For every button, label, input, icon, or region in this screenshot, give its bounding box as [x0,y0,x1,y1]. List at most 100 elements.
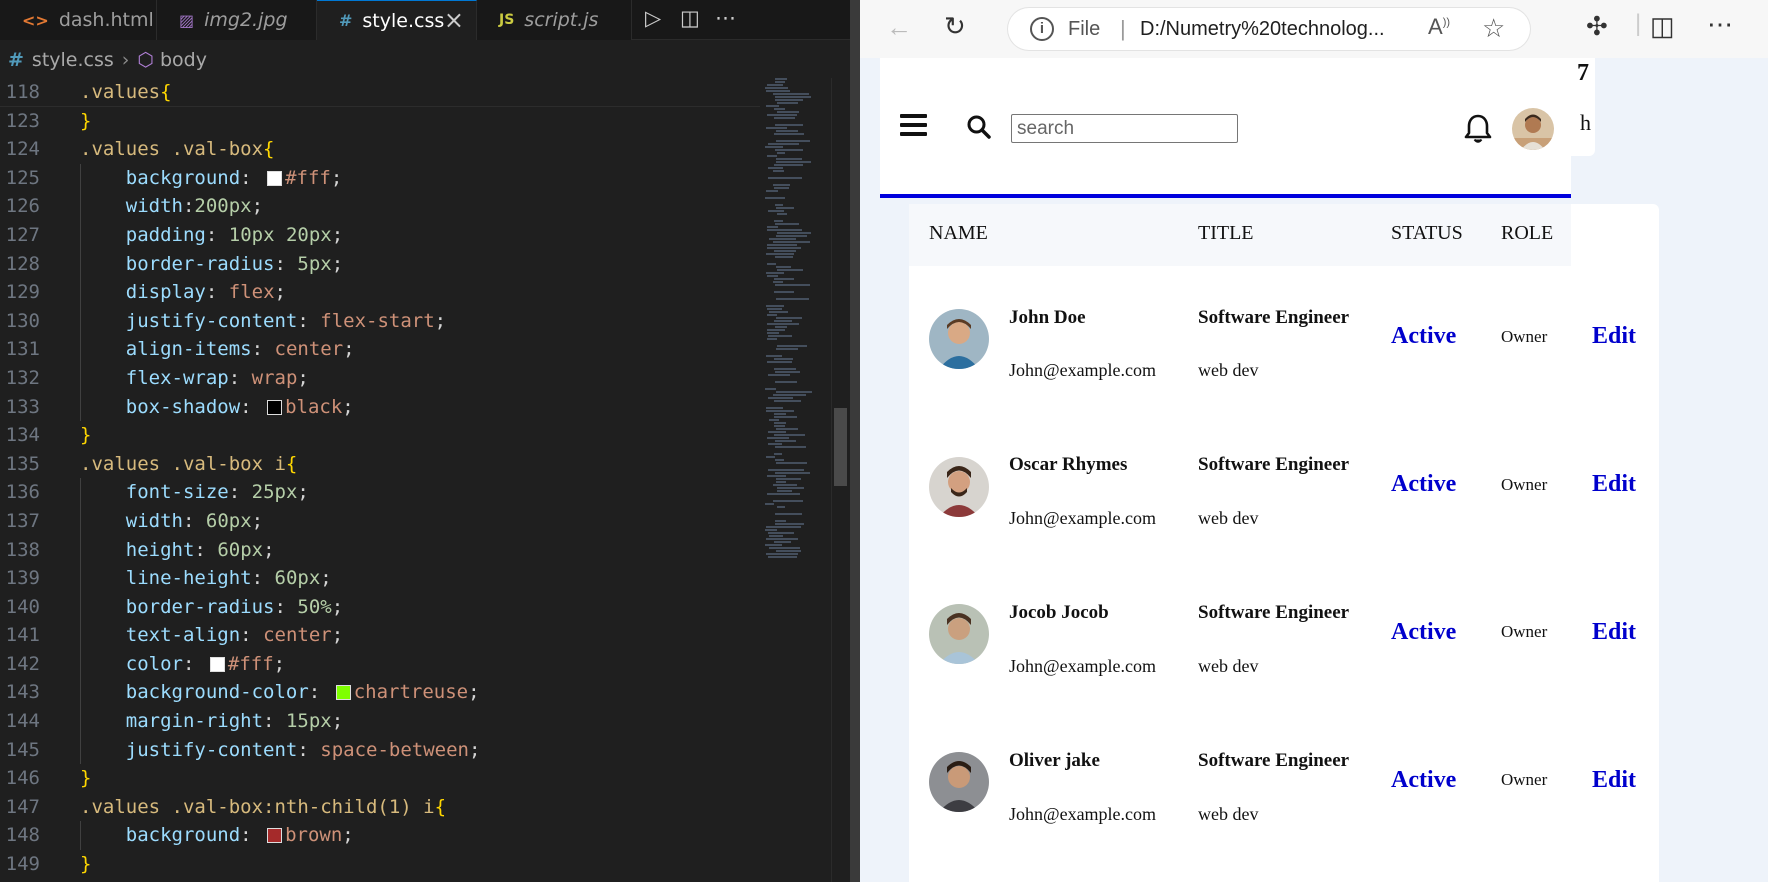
read-aloud-icon[interactable]: A)) [1428,14,1450,40]
code-line[interactable]: 148 background: brown; [0,821,760,851]
edit-link[interactable]: Edit [1592,471,1636,498]
code-text: font-size: 25px; [125,481,309,504]
code-line[interactable]: 137 width: 60px; [0,506,760,536]
url-text[interactable]: D:/Numetry%20technolog... [1140,18,1410,41]
code-line[interactable]: 149} [0,850,760,879]
code-line[interactable]: 135 .values .val-box i{ [0,450,760,479]
code-line[interactable]: 131 align-items: center; [0,335,760,364]
edit-link[interactable]: Edit [1592,323,1636,350]
minimap-line [776,490,792,492]
edit-link[interactable]: Edit [1592,767,1636,794]
status-link[interactable]: Active [1391,471,1456,498]
minimap-line [766,553,799,555]
edit-link[interactable]: Edit [1592,619,1636,646]
extensions-icon[interactable]: ✣ [1586,11,1608,42]
code-line[interactable]: 128 border-radius: 5px; [0,249,760,279]
code-line[interactable]: 142 color: #fff; [0,649,760,679]
code-line[interactable]: 139 line-height: 60px; [0,564,760,593]
tab-script-js[interactable]: JS script.js [477,0,632,40]
tab-dash-html[interactable]: <> dash.html [0,0,157,40]
search-input[interactable] [1011,114,1238,143]
breadcrumb-symbol[interactable]: body [160,49,207,71]
minimap-line [766,105,779,107]
status-link[interactable]: Active [1391,767,1456,794]
menu-icon[interactable] [900,114,927,136]
line-number: 129 [5,281,40,304]
code-line[interactable]: 147 .values .val-box:nth-child(1) i{ [0,793,760,822]
code-text: border-radius: 5px; [125,252,344,275]
line-number: 142 [5,652,40,675]
pane-divider[interactable] [850,0,860,882]
code-line[interactable]: 133 box-shadow: black; [0,392,760,422]
more-icon[interactable]: ⋯ [1707,9,1733,40]
code-line[interactable]: 140 border-radius: 50%; [0,592,760,622]
favorite-star-icon[interactable]: ☆ [1482,13,1505,44]
back-icon[interactable]: ← [886,12,912,43]
tab-style-css[interactable]: # style.css × [317,0,477,40]
css-icon: # [8,49,24,71]
line-number: 118 [5,81,40,103]
table-header: NAME TITLE STATUS ROLE [909,204,1571,266]
code-line[interactable]: 134} [0,421,760,450]
code-line[interactable]: 124 .values .val-box{ [0,135,760,164]
code-line[interactable]: 146} [0,764,760,793]
code-line[interactable]: 127 padding: 10px 20px; [0,220,760,250]
minimap-line [773,241,811,243]
user-role: Owner [1501,327,1548,346]
code-line[interactable]: 125 background: #fff; [0,163,760,193]
tab-img2-jpg[interactable]: ▨ img2.jpg [157,0,317,40]
breadcrumb-file[interactable]: style.css [32,49,114,71]
code-line[interactable]: 132 flex-wrap: wrap; [0,363,760,393]
code-line[interactable]: 144 margin-right: 15px; [0,707,760,736]
code-line[interactable]: 129 display: flex; [0,278,760,307]
bell-icon[interactable] [1463,113,1493,145]
code-line[interactable]: 136 font-size: 25px; [0,478,760,507]
code-line[interactable]: 141 text-align: center; [0,621,760,650]
minimap[interactable] [765,78,825,638]
code-line[interactable]: 130 justify-content: flex-start; [0,306,760,336]
status-link[interactable]: Active [1391,323,1456,350]
run-icon[interactable]: ▷ [645,6,661,30]
minimap-line [767,329,786,331]
close-icon[interactable]: × [444,6,464,34]
address-bar[interactable]: i File | D:/Numetry%20technolog... A)) ☆ [1008,8,1530,50]
search-icon[interactable] [966,114,992,140]
column-header-title: TITLE [1198,222,1254,244]
avatar[interactable] [1512,108,1554,150]
scrollbar-thumb[interactable] [834,408,847,486]
minimap-line [767,556,797,558]
css-icon: # [339,11,353,30]
split-screen-icon[interactable]: ◫ [1650,11,1675,42]
minimap-line [768,535,784,537]
code-line[interactable]: 145 justify-content: space-between; [0,735,760,765]
user-email: John@example.com [1009,804,1157,824]
code-text: border-radius: 50%; [125,595,344,618]
code-text: text-align: center; [125,624,344,647]
code-editor: <> dash.html ▨ img2.jpg # style.css × JS… [0,0,850,882]
split-editor-icon[interactable]: ◫ [680,6,700,30]
browser-window: ← ↻ i File | D:/Numetry%20technolog... A… [860,0,1768,882]
browser-toolbar: ← ↻ i File | D:/Numetry%20technolog... A… [860,0,1768,58]
minimap-line [767,374,791,376]
code-line[interactable]: 143 background-color: chartreuse; [0,678,760,708]
line-number: 127 [5,223,40,246]
minimap-line [774,223,799,225]
code-line[interactable]: 138 height: 60px; [0,535,760,565]
user-department: web dev [1198,360,1259,380]
editor-scrollbar[interactable] [831,78,848,882]
minimap-line [774,358,793,360]
code-line[interactable]: 126 width:200px; [0,192,760,221]
code-line[interactable]: 118 .values{ [0,78,760,107]
more-actions-icon[interactable]: ⋯ [715,6,736,30]
minimap-line [774,149,804,151]
table-row: Oscar Rhymes John@example.com Software E… [909,414,1659,562]
status-link[interactable]: Active [1391,619,1456,646]
minimap-line [766,437,789,439]
minimap-line [775,298,810,300]
code-text: } [80,767,92,790]
info-icon[interactable]: i [1030,17,1054,41]
code-area[interactable]: 118 .values{123} 124 .values .val-box{125 b… [0,78,760,879]
js-icon: JS [499,12,515,28]
code-line[interactable]: 123} [0,107,760,136]
refresh-icon[interactable]: ↻ [944,11,966,42]
